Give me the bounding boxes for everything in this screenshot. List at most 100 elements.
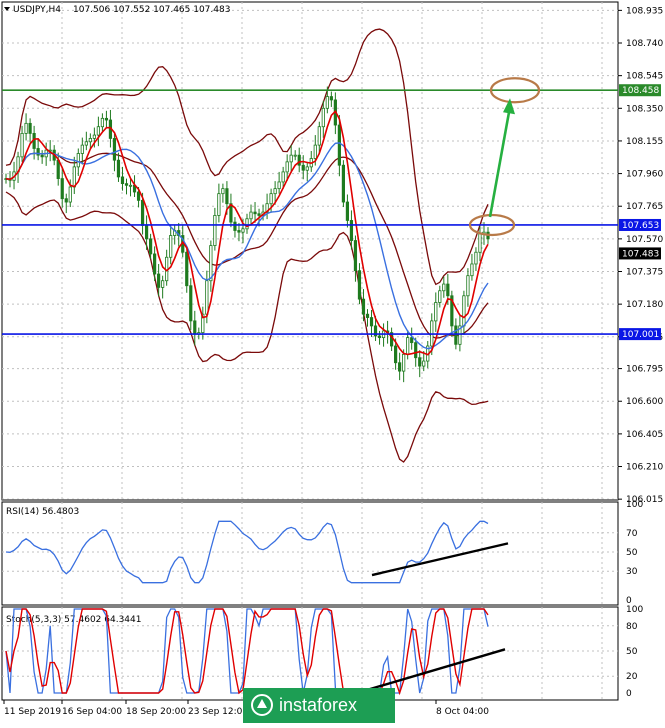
main-panel (1, 1, 619, 501)
y-tick-label: 107.765 (626, 202, 663, 212)
x-tick-label: 16 Sep 04:00 (62, 707, 122, 717)
y-tick-label: 106.405 (626, 430, 663, 440)
candle-body (112, 138, 117, 161)
candle-body (157, 273, 161, 288)
ohlc-values: 107.506 107.552 107.465 107.483 (73, 5, 230, 15)
candle-body (297, 154, 301, 166)
candle-body (317, 126, 321, 146)
stoch-tick-label: 20 (626, 672, 638, 682)
last-price-label: 107.483 (622, 249, 659, 259)
candle-body (64, 198, 68, 203)
rsi-label: RSI(14) 56.4803 (6, 507, 79, 517)
x-tick-label: 8 Oct 04:00 (436, 707, 489, 717)
level-label-support: 107.001 (622, 330, 659, 340)
candle-body (100, 117, 104, 128)
candle-body (120, 176, 125, 185)
candle-body (169, 235, 173, 258)
y-tick-label: 108.350 (626, 104, 663, 114)
y-tick-label: 106.210 (626, 463, 663, 473)
candle-body (329, 96, 333, 101)
candle-body (40, 154, 44, 158)
candle-body (281, 171, 285, 183)
candle-body (321, 107, 325, 128)
candle-body (136, 191, 141, 201)
candle-body (148, 238, 153, 255)
level-label-res_high: 108.458 (622, 86, 659, 96)
candle-body (237, 230, 241, 233)
candle-body (217, 193, 221, 216)
instaforex-logo-icon (251, 693, 273, 716)
candle-body (466, 275, 470, 297)
symbol-label: USDJPY,H4 (13, 5, 61, 15)
candle-body (269, 193, 273, 205)
candle-body (253, 211, 257, 215)
candle-body (325, 96, 329, 109)
candle-body (406, 337, 410, 355)
candle-body (189, 285, 193, 322)
candle-body (410, 337, 414, 344)
candle-body (394, 345, 398, 364)
rsi-tick-label: 30 (626, 567, 638, 577)
x-tick-label: 11 Sep 2019 (4, 707, 61, 717)
candle-body (257, 213, 261, 216)
rsi-tick-label: 50 (626, 548, 638, 558)
candle-body (305, 166, 309, 171)
candle-body (249, 211, 253, 220)
candle-body (337, 124, 341, 166)
candle-body (144, 225, 149, 240)
y-tick-label: 107.960 (626, 170, 663, 180)
candle-body (140, 199, 145, 226)
stoch-tick-label: 80 (626, 622, 638, 632)
y-tick-label: 107.180 (626, 300, 663, 310)
candle-body (68, 186, 72, 203)
candle-body (80, 144, 84, 154)
y-tick-label: 107.570 (626, 235, 663, 245)
candle-body (28, 122, 32, 134)
watermark-text: instaforex (279, 695, 358, 715)
candle-body (209, 245, 213, 282)
rsi-panel (1, 501, 619, 606)
candle-body (369, 317, 374, 327)
stoch-tick-label: 50 (626, 647, 638, 657)
candle-body (402, 353, 406, 372)
candle-body (213, 215, 217, 246)
candle-body (313, 144, 317, 159)
candle-body (357, 270, 362, 300)
candle-body (470, 263, 474, 277)
candle-body (124, 183, 129, 186)
candle-body (418, 357, 422, 367)
y-tick-label: 108.740 (626, 39, 663, 49)
candle-body (205, 280, 209, 315)
candle-body (462, 295, 466, 327)
candle-body (88, 138, 92, 143)
instaforex-watermark: instaforex (243, 688, 395, 723)
candle-body (345, 201, 350, 221)
price-chart[interactable]: 108.935 108.740 108.545 108.350 108.155 107.9… (0, 0, 665, 723)
candle-body (241, 228, 245, 233)
candle-body (442, 283, 446, 292)
x-tick-label: 18 Sep 20:00 (126, 707, 186, 717)
candle-body (92, 134, 96, 139)
candle-body (454, 325, 458, 345)
candle-body (193, 320, 197, 335)
rsi-tick-label: 100 (626, 500, 643, 510)
candle-body (474, 251, 478, 265)
candle-body (76, 153, 80, 168)
candle-body (116, 159, 121, 178)
candle-body (365, 313, 370, 318)
candle-body (353, 240, 358, 272)
candle-body (289, 154, 293, 163)
x-tick-label: 23 Sep 12:00 (188, 707, 248, 717)
candle-body (72, 166, 76, 188)
candle-body (60, 178, 64, 200)
candle-body (422, 360, 426, 367)
candle-body (161, 280, 165, 288)
y-tick-label: 106.600 (626, 397, 663, 407)
candle-body (377, 335, 382, 339)
candle-body (104, 117, 109, 121)
stoch-tick-label: 100 (626, 605, 643, 615)
candle-body (434, 302, 438, 322)
candle-body (293, 154, 297, 157)
y-tick-label: 108.935 (626, 6, 663, 16)
candle-body (277, 181, 281, 190)
